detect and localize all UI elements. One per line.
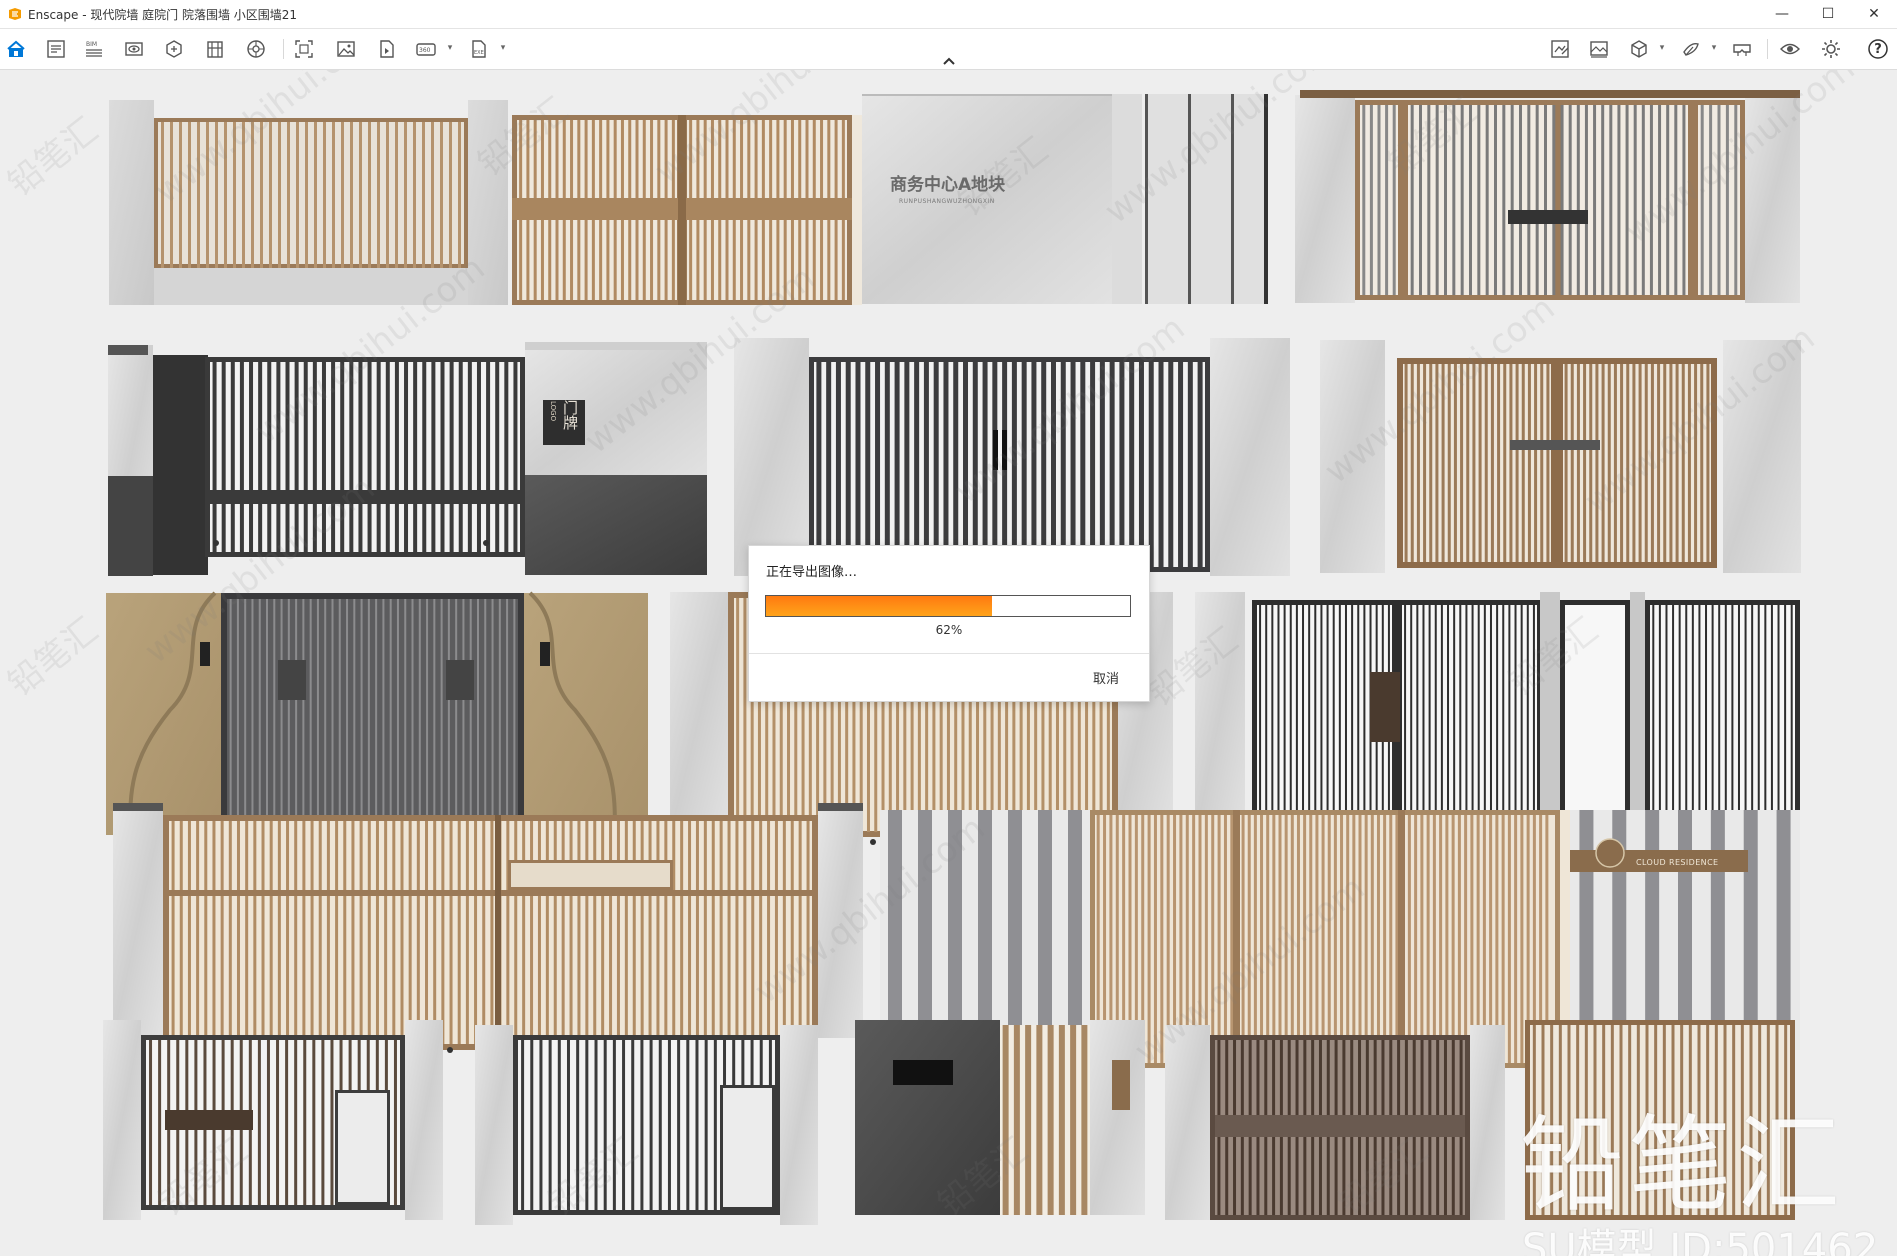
toolbar-separator — [1767, 39, 1768, 59]
exe-icon[interactable]: EXE — [467, 37, 491, 61]
door-plate-text: 门牌 — [561, 400, 579, 430]
svg-text:360: 360 — [419, 47, 431, 54]
home-icon[interactable] — [4, 37, 28, 61]
progress-fill — [766, 596, 992, 616]
dialog-divider — [749, 653, 1149, 654]
chevron-down-icon[interactable]: ▾ — [1709, 41, 1719, 55]
settings-icon[interactable] — [1819, 37, 1843, 61]
export-progress-dialog: 正在导出图像… 62% 取消 — [748, 545, 1150, 702]
layers-icon[interactable] — [1679, 37, 1703, 61]
screenshot-icon[interactable] — [292, 37, 316, 61]
chevron-down-icon[interactable]: ▾ — [1657, 41, 1667, 55]
progress-percentage: 62% — [935, 623, 963, 637]
progress-bar — [765, 595, 1131, 617]
help-icon[interactable]: ? — [1866, 37, 1890, 61]
gallery-icon[interactable] — [1587, 37, 1611, 61]
window-title: Enscape - 现代院墙 庭院门 院落围墙 小区围墙21 — [28, 7, 298, 22]
cloud-residence-text: CLOUD RESIDENCE — [1636, 858, 1719, 867]
eye-icon[interactable] — [122, 37, 146, 61]
panorama-icon[interactable] — [244, 37, 268, 61]
center-sign-text: 商务中心A地块 — [890, 175, 1006, 195]
chevron-down-icon[interactable]: ▾ — [498, 41, 508, 55]
toolbar-separator — [283, 39, 284, 59]
asset-library-icon[interactable] — [44, 37, 68, 61]
bim-icon[interactable]: BIM — [82, 37, 106, 61]
svg-text:EXE: EXE — [474, 50, 484, 56]
video-icon[interactable] — [374, 37, 398, 61]
visual-settings-icon[interactable] — [1548, 37, 1572, 61]
minimize-button[interactable]: — — [1759, 0, 1805, 28]
enscape-logo-icon — [9, 8, 21, 20]
title-bar: Enscape - 现代院墙 庭院门 院落围墙 小区围墙21 — ☐ ✕ — [0, 0, 1897, 29]
cube-icon[interactable] — [1627, 37, 1651, 61]
vr-headset-icon[interactable] — [1730, 37, 1754, 61]
brand-watermark: 铅笔汇 — [1520, 1104, 1845, 1226]
dialog-title: 正在导出图像… — [766, 565, 858, 580]
view-management-icon[interactable] — [162, 37, 186, 61]
center-sign-subtext: RUNPUSHANGWUZHONGXIN — [899, 198, 995, 205]
close-button[interactable]: ✕ — [1851, 0, 1897, 28]
door-plate-logo-text: LOGO — [549, 401, 557, 422]
svg-text:BIM: BIM — [86, 41, 97, 48]
chevron-down-icon[interactable]: ▾ — [445, 41, 455, 55]
view-eye-icon[interactable] — [1778, 37, 1802, 61]
cancel-button[interactable]: 取消 — [1093, 668, 1119, 687]
360-icon[interactable]: 360 — [414, 37, 438, 61]
collapse-chevron-icon[interactable] — [938, 54, 960, 68]
building-icon[interactable] — [203, 37, 227, 61]
image-icon[interactable] — [334, 37, 358, 61]
help-label: ? — [1874, 41, 1882, 57]
maximize-button[interactable]: ☐ — [1805, 0, 1851, 28]
model-id-watermark: SU模型 ID:501462 — [1522, 1226, 1879, 1256]
